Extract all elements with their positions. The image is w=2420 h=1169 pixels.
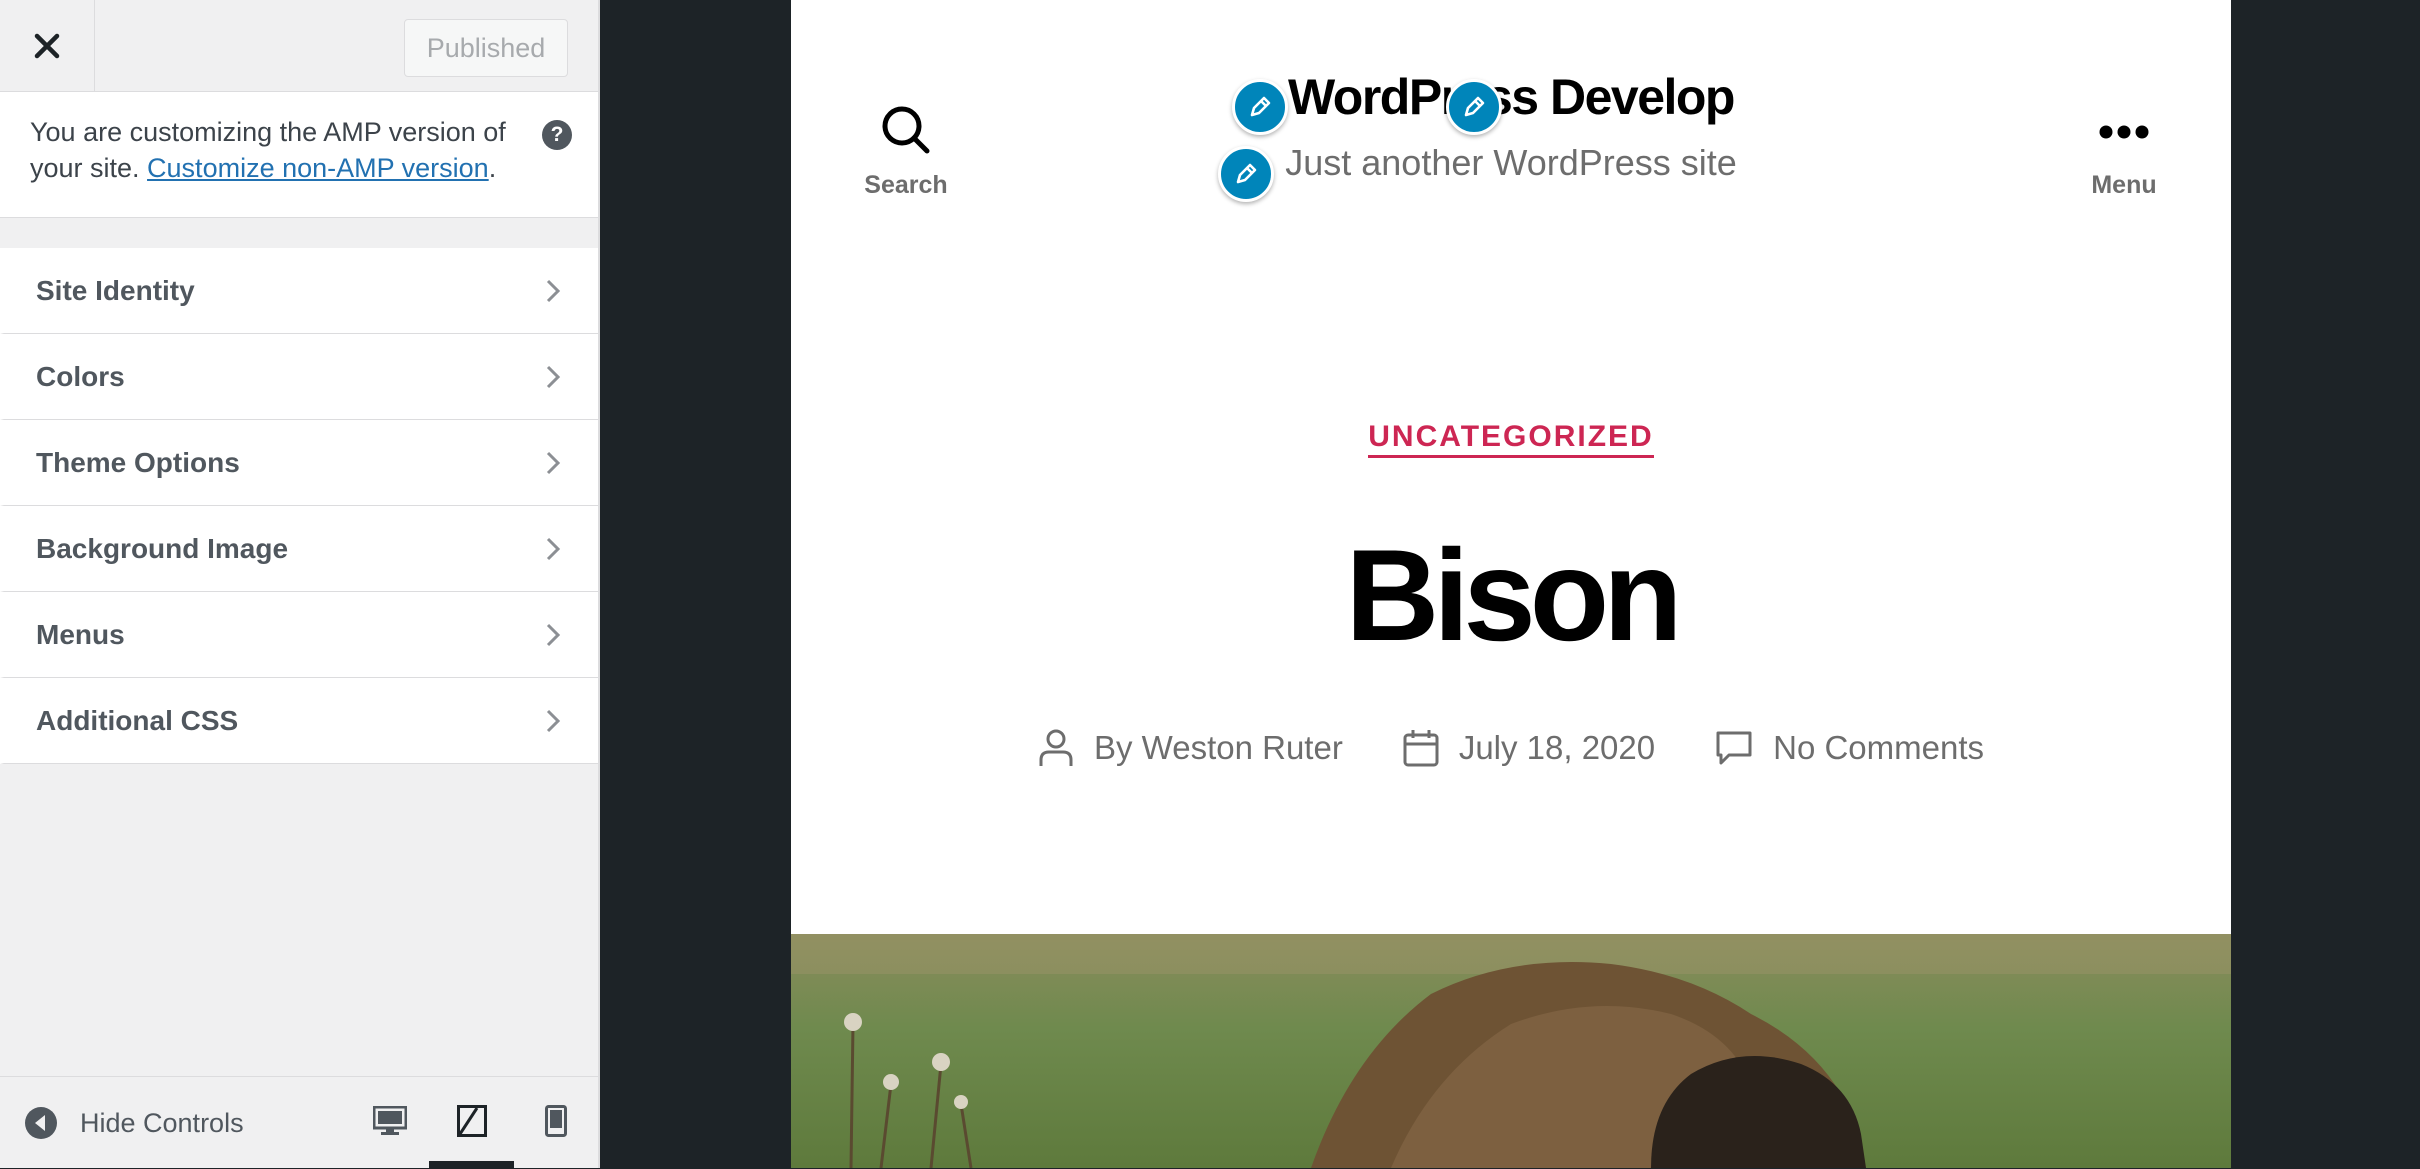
hide-controls-label: Hide Controls [80, 1107, 244, 1138]
site-preview: Search WordPress Develop Just another Wo… [791, 0, 2231, 1168]
section-label: Additional CSS [36, 704, 239, 736]
post-title: Bison [1345, 522, 1682, 668]
desktop-icon [373, 1106, 407, 1135]
pencil-icon [1250, 96, 1271, 117]
section-label: Menus [36, 618, 125, 650]
chevron-right-icon [546, 709, 561, 733]
calendar-icon [1403, 730, 1439, 767]
amp-notice-period: . [488, 153, 497, 183]
edit-shortcut-site-description[interactable] [1218, 146, 1274, 202]
section-label: Site Identity [36, 274, 195, 306]
preview-mobile-button[interactable] [534, 1099, 578, 1143]
person-icon [1039, 729, 1073, 766]
amp-notice: You are customizing the AMP version of y… [0, 92, 598, 218]
collapse-arrow-icon [25, 1107, 57, 1139]
help-icon[interactable]: ? [542, 120, 572, 150]
more-dots-icon [2099, 125, 2149, 139]
chevron-right-icon [546, 623, 561, 647]
featured-image [791, 934, 2231, 1168]
comment-icon [1716, 731, 1752, 765]
published-button[interactable]: Published [404, 19, 568, 77]
post-author: By Weston Ruter [1038, 728, 1343, 768]
customizer-sidebar: Published You are customizing the AMP ve… [0, 0, 600, 1169]
section-theme-options[interactable]: Theme Options [0, 420, 598, 506]
post-category: UNCATEGORIZED [791, 420, 2231, 458]
preview-tablet-button[interactable] [450, 1099, 494, 1143]
section-menus[interactable]: Menus [0, 592, 598, 678]
pencil-icon [1236, 163, 1257, 184]
post-date: July 18, 2020 [1403, 729, 1655, 767]
chevron-right-icon [546, 451, 561, 475]
bison-image [791, 934, 2231, 1168]
menu-label: Menu [2091, 171, 2157, 199]
customizer-header: Published [0, 0, 598, 92]
site-title[interactable]: WordPress Develop [791, 68, 2231, 126]
menu-toggle[interactable]: Menu [2069, 104, 2179, 200]
post-meta: By Weston Ruter July 18, 2020 No Comment… [791, 728, 2231, 768]
customizer-sections: Site Identity Colors Theme Options Backg… [0, 248, 598, 764]
chevron-right-icon [546, 279, 561, 303]
section-additional-css[interactable]: Additional CSS [0, 678, 598, 764]
close-icon [34, 33, 60, 59]
preview-desktop-button[interactable] [368, 1099, 412, 1143]
chevron-right-icon [546, 365, 561, 389]
section-background-image[interactable]: Background Image [0, 506, 598, 592]
comments-link[interactable]: No Comments [1773, 729, 1984, 767]
section-colors[interactable]: Colors [0, 334, 598, 420]
section-label: Background Image [36, 532, 289, 564]
section-site-identity[interactable]: Site Identity [0, 248, 598, 334]
preview-gutter [2231, 0, 2420, 1168]
section-label: Theme Options [36, 446, 240, 478]
category-link[interactable]: UNCATEGORIZED [1368, 420, 1654, 458]
tablet-icon [457, 1105, 487, 1137]
hide-controls-button[interactable]: Hide Controls [24, 1103, 244, 1143]
customize-non-amp-link[interactable]: Customize non-AMP version [147, 153, 489, 183]
customizer-footer: Hide Controls [0, 1076, 598, 1169]
mobile-icon [545, 1105, 567, 1137]
edit-shortcut-site-title[interactable] [1232, 79, 1288, 135]
edit-shortcut-site-title-2[interactable] [1446, 79, 1502, 135]
author-link[interactable]: By Weston Ruter [1094, 729, 1343, 767]
post-comments: No Comments [1715, 729, 1984, 767]
site-description: Just another WordPress site [1285, 142, 1737, 183]
section-label: Colors [36, 360, 125, 392]
chevron-right-icon [546, 537, 561, 561]
date-link[interactable]: July 18, 2020 [1459, 729, 1655, 767]
pencil-icon [1464, 96, 1485, 117]
close-customizer-button[interactable] [0, 0, 95, 92]
